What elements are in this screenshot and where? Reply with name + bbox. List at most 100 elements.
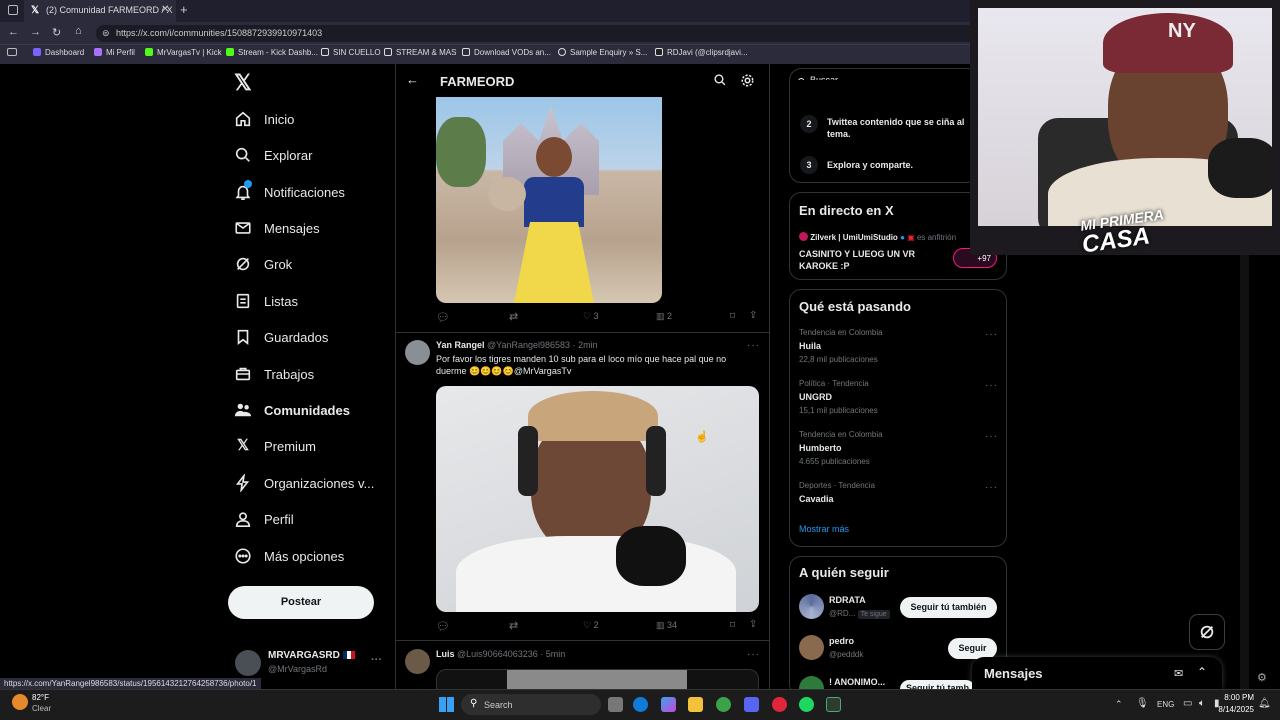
follow-avatar[interactable] bbox=[799, 635, 824, 660]
weather-temp[interactable]: 82°F bbox=[32, 693, 49, 702]
taskbar-search[interactable] bbox=[461, 694, 601, 715]
bookmark-tweet-icon[interactable]: ⌑ bbox=[730, 311, 735, 322]
bookmark-stream-mas[interactable]: STREAM & MAS bbox=[384, 48, 456, 57]
tweet-author[interactable]: Yan Rangel bbox=[436, 340, 485, 350]
discord-icon[interactable] bbox=[744, 697, 759, 712]
nav-trabajos[interactable]: Trabajos bbox=[234, 359, 314, 389]
tweet-time[interactable]: · 2min bbox=[573, 340, 598, 350]
volume-icon[interactable]: 🔈︎ bbox=[1199, 698, 1205, 709]
reply-icon[interactable]: 💬︎ bbox=[436, 311, 450, 324]
live-host[interactable]: Zilverk | UmiUmiStudio ● ▣ es anfitrión bbox=[799, 232, 956, 242]
reload-icon[interactable]: ↻ bbox=[52, 26, 61, 39]
like-button[interactable]: ♡ 3 bbox=[583, 311, 599, 322]
follow-avatar[interactable] bbox=[799, 594, 824, 619]
community-settings-icon[interactable] bbox=[740, 73, 755, 93]
tab-actions-icon[interactable] bbox=[8, 5, 18, 15]
url-bar[interactable]: https://x.com/i/communities/150887293991… bbox=[96, 25, 976, 42]
show-more-link[interactable]: Mostrar más bbox=[799, 524, 849, 534]
bookmark-rdjavi[interactable]: RDJavi (@clipsrdjavi... bbox=[655, 48, 748, 57]
views-button[interactable]: ▥ 34 bbox=[656, 620, 677, 631]
trend-item[interactable]: Deportes · Tendencia Cavadia bbox=[799, 481, 875, 504]
copilot-icon[interactable] bbox=[661, 697, 676, 712]
like-button[interactable]: ♡ 2 bbox=[583, 620, 599, 631]
edge-icon[interactable] bbox=[633, 697, 648, 712]
bookmark-tweet-icon[interactable]: ⌑ bbox=[730, 620, 735, 631]
tweet-more-icon[interactable]: ··· bbox=[747, 340, 760, 351]
nav-explorar[interactable]: Explorar bbox=[234, 140, 312, 170]
back-arrow-icon[interactable]: ← bbox=[406, 72, 419, 87]
app-icon[interactable] bbox=[826, 697, 841, 712]
spotify-icon[interactable] bbox=[799, 697, 814, 712]
close-tab-icon[interactable]: ✕ bbox=[161, 4, 169, 15]
trend-item[interactable]: Tendencia en Colombia Huila 22,8 mil publi… bbox=[799, 328, 883, 364]
forward-icon[interactable]: → bbox=[30, 26, 41, 38]
follow-name[interactable]: ! ANONIMO... bbox=[829, 677, 885, 687]
trend-item[interactable]: Tendencia en Colombia Humberto 4.655 publi… bbox=[799, 430, 883, 466]
follow-button[interactable]: Seguir bbox=[948, 638, 997, 659]
account-name[interactable]: MRVARGASRD bbox=[268, 650, 355, 661]
tweet-more-icon[interactable]: ··· bbox=[747, 649, 760, 660]
tweet-media-preview[interactable] bbox=[436, 669, 759, 690]
bookmark-mi-perfil[interactable]: Mi Perfil bbox=[94, 48, 135, 57]
tweet-avatar[interactable] bbox=[405, 340, 430, 365]
grok-floating-button[interactable] bbox=[1189, 614, 1225, 650]
browser-tab[interactable]: (2) Comunidad FARMEORD / X bbox=[24, 0, 176, 22]
clock-time[interactable]: 8:00 PM bbox=[1214, 693, 1254, 702]
account-avatar[interactable] bbox=[235, 650, 261, 676]
nav-mensajes[interactable]: Mensajes bbox=[234, 213, 320, 243]
tweet-image-castle[interactable] bbox=[436, 97, 662, 303]
trend-more-icon[interactable]: ··· bbox=[985, 380, 998, 391]
tweet-handle[interactable]: @Luis90664063236 bbox=[457, 649, 538, 659]
bookmark-kick[interactable]: MrVargasTv | Kick bbox=[145, 48, 222, 57]
back-icon[interactable]: ← bbox=[8, 26, 19, 38]
follow-name[interactable]: pedro bbox=[829, 636, 854, 646]
nav-notificaciones[interactable]: Notificaciones bbox=[234, 177, 345, 207]
network-icon[interactable]: ▭ bbox=[1183, 698, 1192, 709]
bookmark-dashboard[interactable]: Dashboard bbox=[33, 48, 84, 57]
new-message-icon[interactable]: ✉ bbox=[1174, 667, 1183, 680]
nav-comunidades[interactable]: Comunidades bbox=[234, 395, 350, 425]
bookmark-sin-cuello[interactable]: SIN CUELLO bbox=[321, 48, 381, 57]
chrome-icon[interactable] bbox=[716, 697, 731, 712]
nav-grok[interactable]: Grok bbox=[234, 249, 292, 279]
live-text[interactable]: CASINITO Y LUEOG UN VR KAROKE :P bbox=[799, 248, 939, 272]
views-button[interactable]: ▥ 2 bbox=[656, 311, 672, 322]
notifications-tray-icon[interactable]: 🔔︎ bbox=[1258, 698, 1271, 709]
trend-more-icon[interactable]: ··· bbox=[985, 329, 998, 340]
post-button[interactable]: Postear bbox=[228, 586, 374, 619]
nav-mas-opciones[interactable]: Más opciones bbox=[234, 541, 344, 571]
trend-more-icon[interactable]: ··· bbox=[985, 482, 998, 493]
opera-icon[interactable] bbox=[772, 697, 787, 712]
task-view-icon[interactable] bbox=[608, 697, 623, 712]
language-indicator[interactable]: ENG bbox=[1157, 700, 1174, 709]
bookmark-download-vods[interactable]: Download VODs an... bbox=[462, 48, 551, 57]
x-logo-icon[interactable]: 𝕏 bbox=[234, 70, 252, 96]
tray-chevron-icon[interactable]: ⌃ bbox=[1115, 699, 1123, 710]
retweet-icon[interactable]: ⇄ bbox=[509, 619, 518, 632]
nav-listas[interactable]: Listas bbox=[234, 286, 298, 316]
microphone-icon[interactable]: 🎙︎ bbox=[1136, 698, 1149, 709]
tweet-avatar[interactable] bbox=[405, 649, 430, 674]
share-icon[interactable]: ⇪ bbox=[749, 619, 757, 630]
nav-guardados[interactable]: Guardados bbox=[234, 322, 328, 352]
tweet-handle[interactable]: @YanRangel986583 bbox=[487, 340, 570, 350]
retweet-icon[interactable]: ⇄ bbox=[509, 310, 518, 323]
expand-icon[interactable]: ⌃ bbox=[1197, 665, 1207, 679]
tweet-time[interactable]: · 5min bbox=[540, 649, 565, 659]
bookmark-sample-enquiry[interactable]: Sample Enquiry » S... bbox=[558, 48, 647, 57]
tweet-author[interactable]: Luis bbox=[436, 649, 455, 659]
home-icon[interactable]: ⌂ bbox=[75, 25, 82, 37]
follow-name[interactable]: RDRATA bbox=[829, 595, 866, 605]
follow-back-button[interactable]: Seguir tú tamb bbox=[900, 680, 975, 689]
account-menu-icon[interactable]: ··· bbox=[371, 654, 382, 666]
bookmark-kick-dashboard[interactable]: Stream - Kick Dashb... bbox=[226, 48, 318, 57]
file-explorer-icon[interactable] bbox=[688, 697, 703, 712]
new-tab-icon[interactable]: + bbox=[180, 2, 188, 17]
settings-gear-icon[interactable]: ⚙ bbox=[1257, 671, 1267, 684]
community-search-icon[interactable] bbox=[713, 73, 727, 92]
trend-item[interactable]: Política · Tendencia UNGRD 15,1 mil public… bbox=[799, 379, 878, 415]
site-info-icon[interactable]: ⊜ bbox=[102, 28, 110, 39]
nav-premium[interactable]: 𝕏 Premium bbox=[234, 431, 316, 461]
bookmarks-icon[interactable] bbox=[7, 48, 17, 56]
follow-back-button[interactable]: Seguir tú también bbox=[900, 597, 997, 618]
